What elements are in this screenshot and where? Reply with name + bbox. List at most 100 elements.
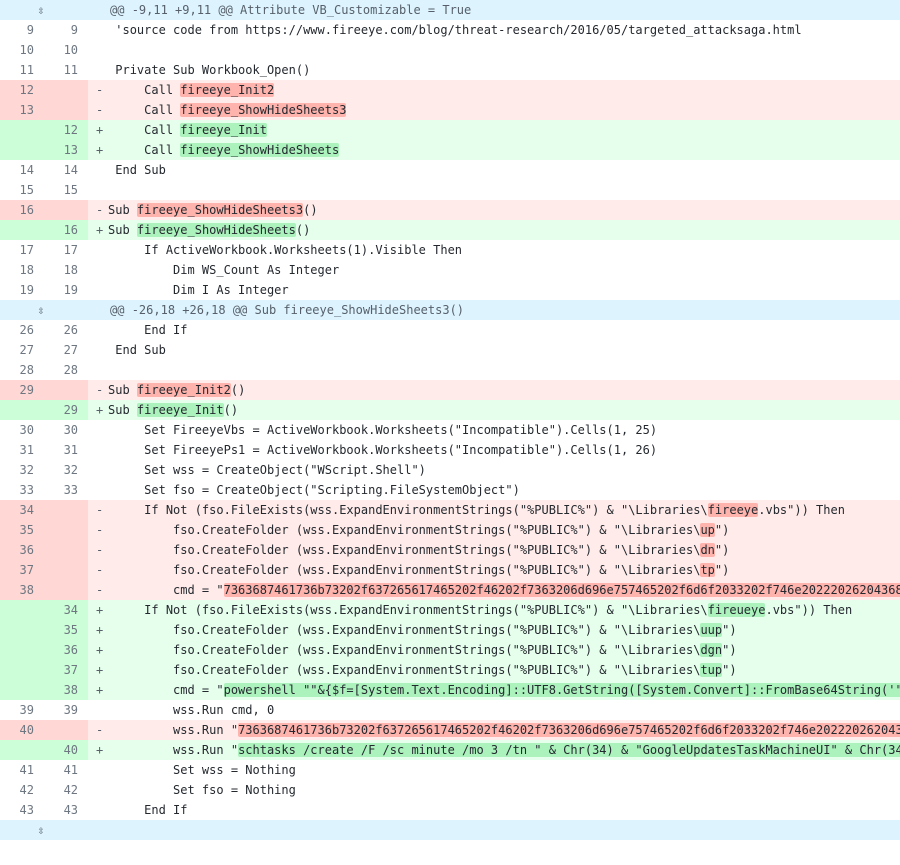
old-line-number[interactable]	[0, 120, 44, 140]
old-line-number[interactable]	[0, 620, 44, 640]
new-line-number[interactable]: 41	[44, 760, 88, 780]
old-line-number[interactable]: 37	[0, 560, 44, 580]
old-line-number[interactable]: 36	[0, 540, 44, 560]
old-line-number[interactable]	[0, 680, 44, 700]
new-line-number[interactable]	[44, 200, 88, 220]
old-line-number[interactable]: 16	[0, 200, 44, 220]
diff-marker: +	[96, 220, 108, 240]
diff-marker: +	[96, 660, 108, 680]
new-line-number[interactable]	[44, 100, 88, 120]
code-line: End If	[88, 320, 900, 340]
old-line-number[interactable]: 38	[0, 580, 44, 600]
old-line-number[interactable]: 34	[0, 500, 44, 520]
old-line-number[interactable]: 11	[0, 60, 44, 80]
diff-line: 1515	[0, 180, 900, 200]
diff-marker: -	[96, 720, 108, 740]
diff-marker	[96, 360, 108, 380]
new-line-number[interactable]: 17	[44, 240, 88, 260]
new-line-number[interactable]	[44, 520, 88, 540]
new-line-number[interactable]: 14	[44, 160, 88, 180]
expand-icon[interactable]: ⇳	[0, 820, 88, 840]
expand-icon[interactable]: ⇳	[0, 0, 88, 20]
new-line-number[interactable]	[44, 380, 88, 400]
diff-marker: -	[96, 580, 108, 600]
old-line-number[interactable]	[0, 220, 44, 240]
new-line-number[interactable]: 35	[44, 620, 88, 640]
diff-marker	[96, 440, 108, 460]
new-line-number[interactable]	[44, 720, 88, 740]
new-line-number[interactable]: 27	[44, 340, 88, 360]
old-line-number[interactable]: 17	[0, 240, 44, 260]
new-line-number[interactable]: 34	[44, 600, 88, 620]
new-line-number[interactable]	[44, 80, 88, 100]
new-line-number[interactable]: 11	[44, 60, 88, 80]
old-line-number[interactable]: 42	[0, 780, 44, 800]
old-line-number[interactable]: 12	[0, 80, 44, 100]
diff-marker: -	[96, 500, 108, 520]
old-line-number[interactable]: 41	[0, 760, 44, 780]
old-line-number[interactable]: 27	[0, 340, 44, 360]
new-line-number[interactable]: 32	[44, 460, 88, 480]
diff-line: 35+ fso.CreateFolder (wss.ExpandEnvironm…	[0, 620, 900, 640]
new-line-number[interactable]: 28	[44, 360, 88, 380]
new-line-number[interactable]: 37	[44, 660, 88, 680]
old-line-number[interactable]: 19	[0, 280, 44, 300]
new-line-number[interactable]: 36	[44, 640, 88, 660]
old-line-number[interactable]	[0, 740, 44, 760]
new-line-number[interactable]	[44, 540, 88, 560]
new-line-number[interactable]: 9	[44, 20, 88, 40]
old-line-number[interactable]: 32	[0, 460, 44, 480]
new-line-number[interactable]: 30	[44, 420, 88, 440]
new-line-number[interactable]: 13	[44, 140, 88, 160]
deleted-token: fireeye_Init2	[180, 83, 274, 97]
old-line-number[interactable]	[0, 640, 44, 660]
new-line-number[interactable]	[44, 500, 88, 520]
new-line-number[interactable]: 26	[44, 320, 88, 340]
old-line-number[interactable]: 10	[0, 40, 44, 60]
code-line: Set fso = CreateObject("Scripting.FileSy…	[88, 480, 900, 500]
expand-icon[interactable]: ⇳	[0, 300, 88, 320]
old-line-number[interactable]: 26	[0, 320, 44, 340]
new-line-number[interactable]	[44, 580, 88, 600]
code-line: + fso.CreateFolder (wss.ExpandEnvironmen…	[88, 640, 900, 660]
new-line-number[interactable]: 39	[44, 700, 88, 720]
new-line-number[interactable]: 19	[44, 280, 88, 300]
old-line-number[interactable]: 30	[0, 420, 44, 440]
old-line-number[interactable]	[0, 600, 44, 620]
old-line-number[interactable]: 18	[0, 260, 44, 280]
old-line-number[interactable]	[0, 660, 44, 680]
diff-marker	[96, 320, 108, 340]
new-line-number[interactable]: 15	[44, 180, 88, 200]
old-line-number[interactable]: 14	[0, 160, 44, 180]
old-line-number[interactable]: 43	[0, 800, 44, 820]
old-line-number[interactable]: 35	[0, 520, 44, 540]
diff-line: 2626 End If	[0, 320, 900, 340]
new-line-number[interactable]: 18	[44, 260, 88, 280]
new-line-number[interactable]: 33	[44, 480, 88, 500]
old-line-number[interactable]: 29	[0, 380, 44, 400]
old-line-number[interactable]: 15	[0, 180, 44, 200]
old-line-number[interactable]: 39	[0, 700, 44, 720]
new-line-number[interactable]	[44, 560, 88, 580]
new-line-number[interactable]: 29	[44, 400, 88, 420]
new-line-number[interactable]: 12	[44, 120, 88, 140]
new-line-number[interactable]: 38	[44, 680, 88, 700]
old-line-number[interactable]: 33	[0, 480, 44, 500]
new-line-number[interactable]: 40	[44, 740, 88, 760]
diff-marker	[96, 280, 108, 300]
deleted-token: fireeye_ShowHideSheets3	[180, 103, 346, 117]
code-line: - Call fireeye_Init2	[88, 80, 900, 100]
new-line-number[interactable]: 31	[44, 440, 88, 460]
old-line-number[interactable]: 31	[0, 440, 44, 460]
old-line-number[interactable]: 28	[0, 360, 44, 380]
new-line-number[interactable]: 43	[44, 800, 88, 820]
old-line-number[interactable]: 13	[0, 100, 44, 120]
old-line-number[interactable]: 9	[0, 20, 44, 40]
old-line-number[interactable]	[0, 400, 44, 420]
old-line-number[interactable]: 40	[0, 720, 44, 740]
new-line-number[interactable]: 42	[44, 780, 88, 800]
old-line-number[interactable]	[0, 140, 44, 160]
added-token: tup	[700, 663, 722, 677]
new-line-number[interactable]: 10	[44, 40, 88, 60]
new-line-number[interactable]: 16	[44, 220, 88, 240]
